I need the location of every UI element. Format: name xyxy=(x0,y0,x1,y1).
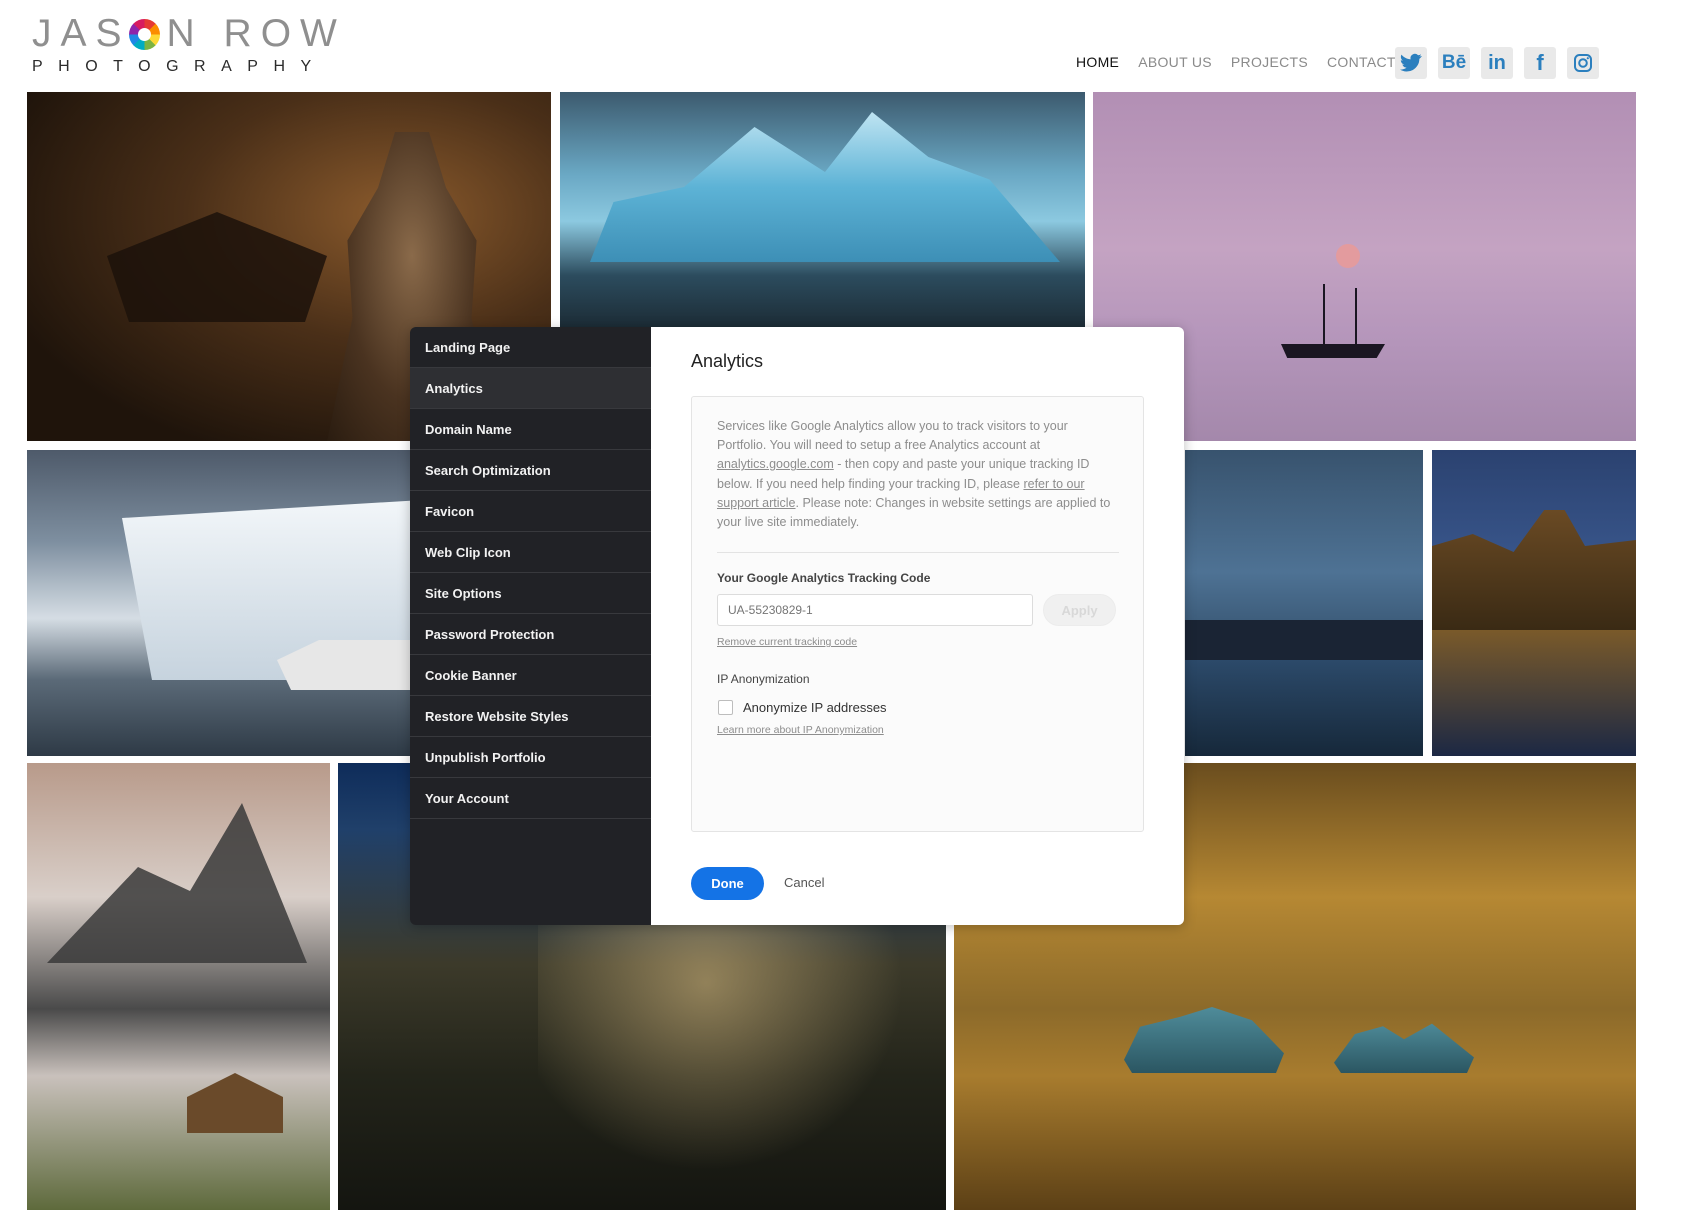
twitter-button[interactable] xyxy=(1395,47,1427,79)
learn-more-ip-link[interactable]: Learn more about IP Anonymization xyxy=(717,724,884,736)
facebook-button[interactable]: f xyxy=(1524,47,1556,79)
tracking-code-input[interactable] xyxy=(717,594,1033,626)
logo-text-right: N ROW xyxy=(166,12,346,55)
cancel-button[interactable]: Cancel xyxy=(784,875,824,890)
logo-wordmark: JAS N ROW xyxy=(32,14,346,54)
nav-contact[interactable]: CONTACT xyxy=(1327,54,1396,70)
sidebar-item-password-protection[interactable]: Password Protection xyxy=(410,614,651,655)
logo-text-left: JAS xyxy=(32,12,131,55)
behance-icon: Bē xyxy=(1441,52,1467,73)
panel-title: Analytics xyxy=(691,351,764,371)
twitter-icon xyxy=(1400,53,1422,72)
apply-button[interactable]: Apply xyxy=(1043,594,1116,626)
analytics-panel: Analytics Services like Google Analytics… xyxy=(651,327,1184,925)
aperture-icon xyxy=(128,18,160,50)
sidebar-item-cookie-banner[interactable]: Cookie Banner xyxy=(410,655,651,696)
ip-anonymization-label: IP Anonymization xyxy=(717,672,810,686)
nav-home[interactable]: HOME xyxy=(1076,54,1119,70)
remove-tracking-code-link[interactable]: Remove current tracking code xyxy=(717,636,857,648)
sidebar-item-analytics[interactable]: Analytics xyxy=(410,368,651,409)
sidebar-item-web-clip-icon[interactable]: Web Clip Icon xyxy=(410,532,651,573)
sidebar-item-restore-website-styles[interactable]: Restore Website Styles xyxy=(410,696,651,737)
logo-subtitle: PHOTOGRAPHY xyxy=(32,58,327,75)
photo-canal-town[interactable] xyxy=(1432,450,1636,756)
photo-mountain-hut[interactable] xyxy=(27,763,330,1210)
settings-sidebar: Landing Page Analytics Domain Name Searc… xyxy=(410,327,651,925)
linkedin-button[interactable]: in xyxy=(1481,47,1513,79)
sidebar-item-unpublish-portfolio[interactable]: Unpublish Portfolio xyxy=(410,737,651,778)
site-logo[interactable]: JAS N ROW PHOTOGRAPHY xyxy=(32,14,346,76)
instagram-button[interactable] xyxy=(1567,47,1599,79)
settings-modal: Landing Page Analytics Domain Name Searc… xyxy=(410,327,1184,925)
section-divider xyxy=(717,552,1119,553)
instagram-icon xyxy=(1574,54,1592,72)
linkedin-icon: in xyxy=(1488,51,1506,74)
facebook-icon: f xyxy=(1536,50,1544,75)
sidebar-item-domain-name[interactable]: Domain Name xyxy=(410,409,651,450)
analytics-settings-box: Services like Google Analytics allow you… xyxy=(691,396,1144,832)
nav-projects[interactable]: PROJECTS xyxy=(1231,54,1308,70)
sidebar-item-your-account[interactable]: Your Account xyxy=(410,778,651,819)
analytics-google-link[interactable]: analytics.google.com xyxy=(717,457,834,471)
desc-text-1: Services like Google Analytics allow you… xyxy=(717,419,1068,453)
analytics-description: Services like Google Analytics allow you… xyxy=(717,417,1112,532)
nav-about-us[interactable]: ABOUT US xyxy=(1138,54,1212,70)
main-nav: HOME ABOUT US PROJECTS CONTACT xyxy=(1076,54,1396,70)
behance-button[interactable]: Bē xyxy=(1438,47,1470,79)
photo-iceberg-ship[interactable] xyxy=(27,450,410,756)
social-links: Bē in f xyxy=(1395,47,1599,79)
done-button[interactable]: Done xyxy=(691,867,764,900)
sidebar-item-search-optimization[interactable]: Search Optimization xyxy=(410,450,651,491)
photo-city-river[interactable] xyxy=(1185,450,1423,756)
sidebar-item-site-options[interactable]: Site Options xyxy=(410,573,651,614)
sidebar-item-landing-page[interactable]: Landing Page xyxy=(410,327,651,368)
anonymize-ip-checkbox[interactable] xyxy=(718,700,733,715)
tracking-code-label: Your Google Analytics Tracking Code xyxy=(717,571,931,585)
anonymize-ip-label[interactable]: Anonymize IP addresses xyxy=(743,700,887,715)
photo-icebergs[interactable] xyxy=(560,92,1085,327)
sidebar-item-favicon[interactable]: Favicon xyxy=(410,491,651,532)
